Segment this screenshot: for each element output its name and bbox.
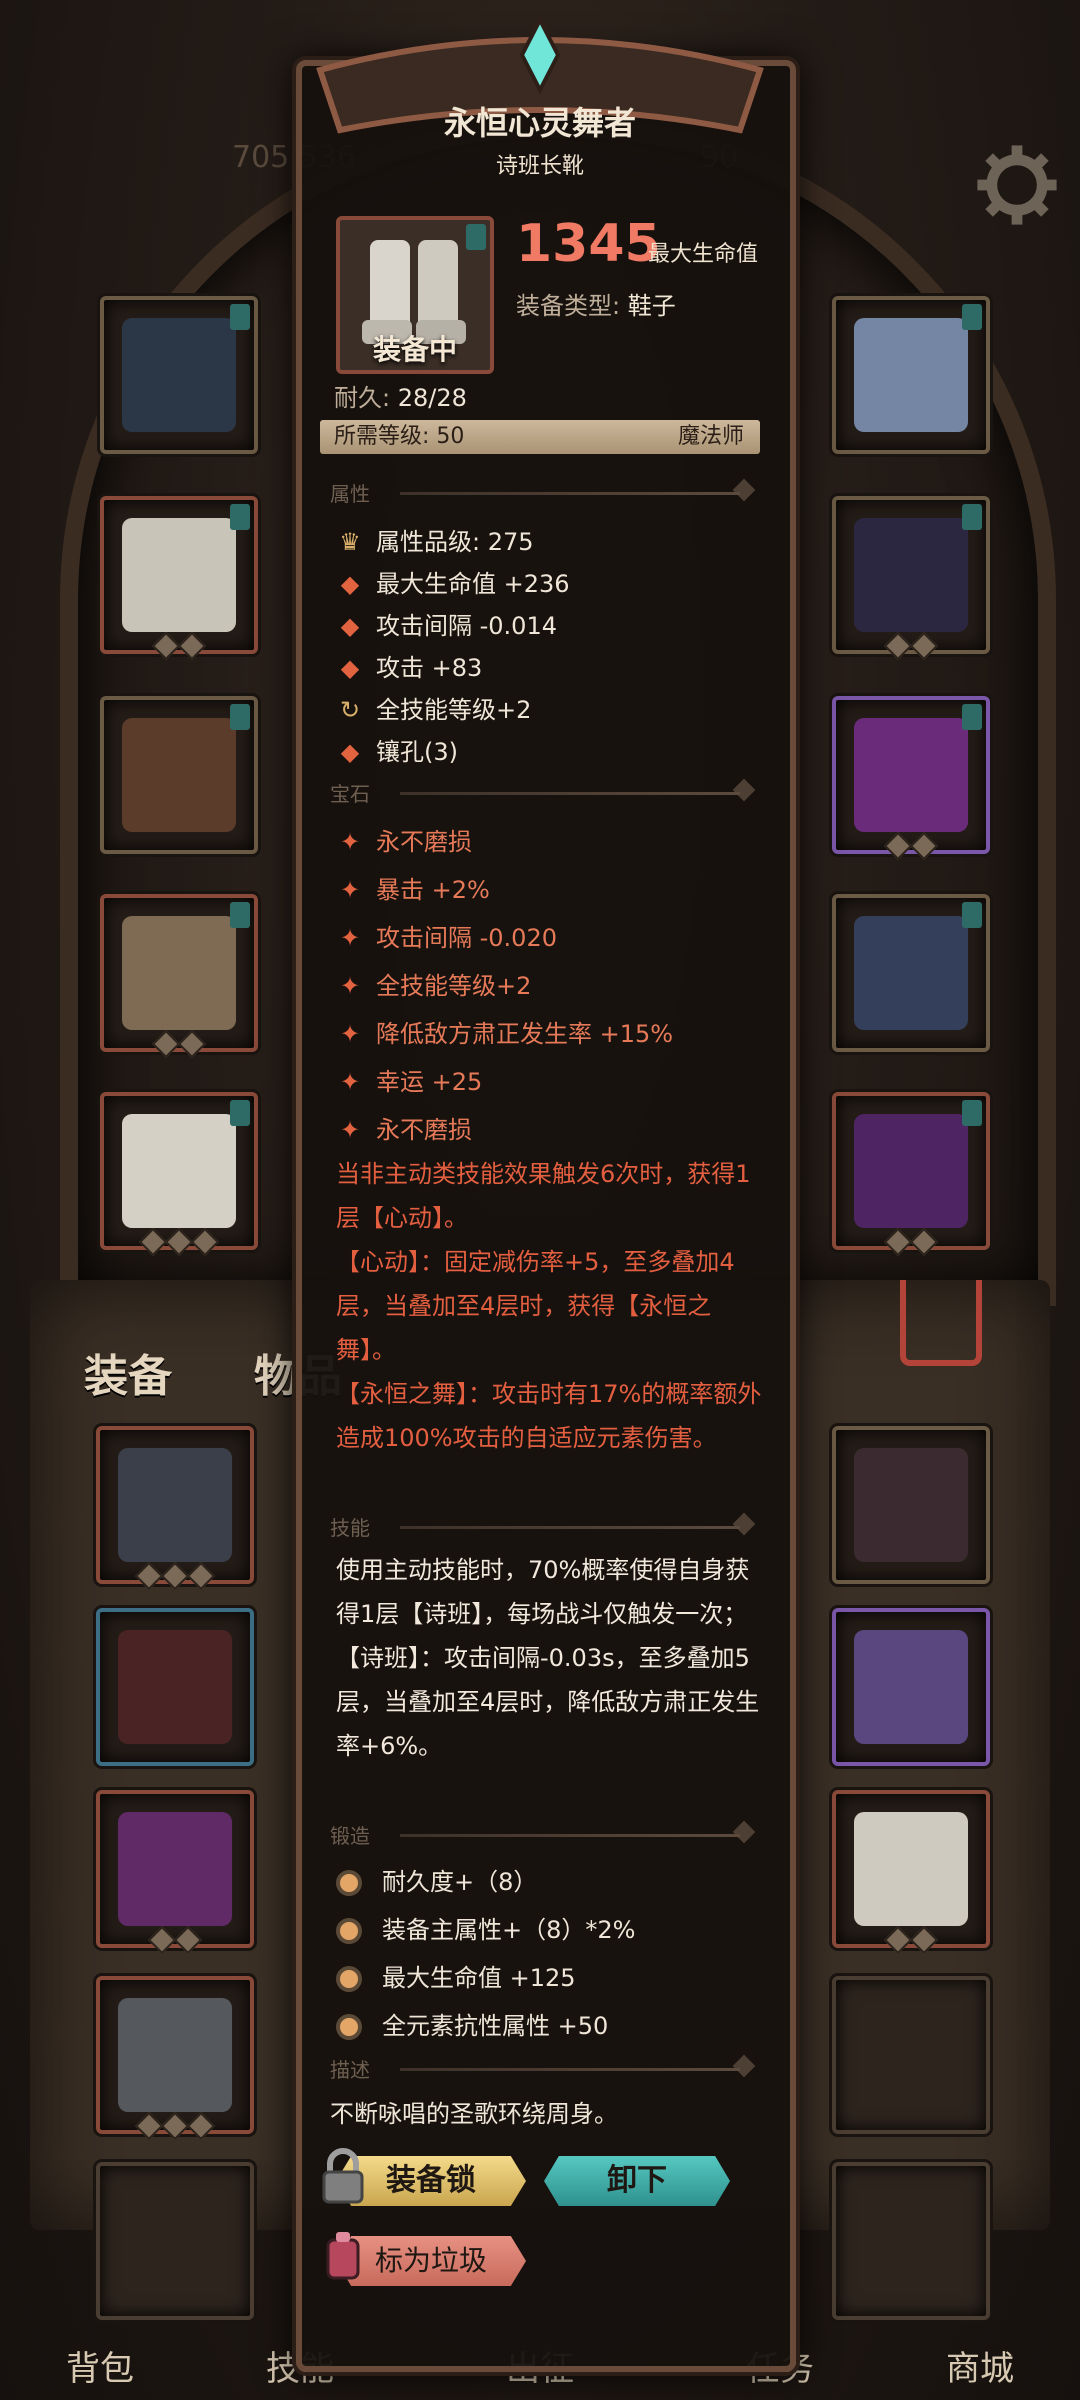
- equip-slot-boots[interactable]: [100, 1092, 258, 1257]
- slot-tag-icon: [230, 902, 250, 928]
- power-label: 最大生命值: [648, 242, 759, 267]
- nav-backpack[interactable]: 背包: [20, 2341, 180, 2390]
- crown-icon: ♛: [339, 528, 361, 556]
- required-level-bar: 所需等级: 50 魔法师: [320, 420, 760, 454]
- item-subtitle: 诗班长靴: [495, 154, 584, 179]
- tab-equipment[interactable]: 装备: [84, 1340, 172, 1404]
- slot-tag-icon: [962, 504, 982, 530]
- attribute-line: ↻ 全技能等级+2: [336, 690, 531, 725]
- forge-dot-icon: [336, 1966, 362, 1992]
- inventory-slot[interactable]: [96, 1790, 254, 1955]
- diamond-icon: ◆: [340, 570, 360, 598]
- slot-tag-icon: [962, 704, 982, 730]
- inventory-slot[interactable]: [96, 1608, 254, 1766]
- set-effect-text: 当非主动类技能效果触发6次时，获得1层【心动】。 【心动】：固定减伤率+5，至多…: [336, 1160, 762, 1452]
- gem-line: ✦ 降低敌方肃正发生率 +15%: [336, 1014, 673, 1049]
- forge-line: 装备主属性+（8）*2%: [336, 1910, 635, 1945]
- junk-lantern-icon: [326, 2232, 360, 2280]
- sparkle-icon: ✦: [339, 876, 361, 904]
- gem-line: ✦ 永不磨损: [336, 822, 472, 857]
- forge-line: 最大生命值 +125: [336, 1958, 576, 1993]
- settings-gear-icon[interactable]: [972, 140, 1062, 230]
- equip-slot-necklace[interactable]: [832, 296, 990, 454]
- slot-tag-icon: [962, 1100, 982, 1126]
- slot-tag-icon: [962, 304, 982, 330]
- diamond-icon: ◆: [340, 612, 360, 640]
- section-skills: 技能: [330, 1512, 760, 1540]
- equip-slot-armor[interactable]: [100, 496, 258, 661]
- inventory-slot[interactable]: [832, 1426, 990, 1584]
- section-description: 描述: [330, 2054, 760, 2082]
- attribute-line: ◆ 镶孔(3): [336, 732, 458, 767]
- equipped-label: 装备中: [372, 333, 457, 366]
- attribute-line: ♛ 属性品级: 275: [336, 522, 533, 557]
- nav-shop[interactable]: 商城: [900, 2341, 1060, 2390]
- equip-slot-accessory[interactable]: [832, 496, 990, 661]
- description-text: 不断咏唱的圣歌环绕周身。: [330, 2100, 618, 2128]
- gem-line: ✦ 暴击 +2%: [336, 870, 490, 905]
- item-name: 永恒心灵舞者: [443, 104, 636, 142]
- gem-line: ✦ 永不磨损: [336, 1110, 472, 1145]
- slot-tag-icon: [230, 504, 250, 530]
- equip-slot-orb[interactable]: [832, 1092, 990, 1257]
- inventory-slot[interactable]: [832, 1608, 990, 1766]
- equip-slot-gloves[interactable]: [100, 696, 258, 854]
- gem-line: ✦ 全技能等级+2: [336, 966, 531, 1001]
- forge-line: 耐久度+（8）: [336, 1862, 537, 1897]
- sparkle-icon: ✦: [339, 1116, 361, 1144]
- equip-slot-weapon[interactable]: [100, 296, 258, 454]
- inventory-slot[interactable]: [96, 1426, 254, 1591]
- slot-tag-icon: [230, 1100, 250, 1126]
- forge-dot-icon: [336, 1918, 362, 1944]
- diamond-icon: ◆: [340, 738, 360, 766]
- slot-tag-icon: [962, 902, 982, 928]
- inventory-slot[interactable]: [96, 1976, 254, 2141]
- power-value: 1345: [516, 214, 661, 274]
- attribute-line: ◆ 攻击 +83: [336, 648, 483, 683]
- equip-slot-pants[interactable]: [100, 894, 258, 1059]
- lock-icon: [322, 2148, 364, 2204]
- attribute-line: ◆ 最大生命值 +236: [336, 564, 570, 599]
- forge-line: 全元素抗性属性 +50: [336, 2006, 608, 2041]
- inventory-slot[interactable]: [832, 1790, 990, 1955]
- sparkle-icon: ✦: [339, 972, 361, 1000]
- forge-dot-icon: [336, 2014, 362, 2040]
- sparkle-icon: ✦: [339, 828, 361, 856]
- class-requirement: 魔法师: [677, 424, 744, 449]
- forge-dot-icon: [336, 1870, 362, 1896]
- equip-slot-offhand[interactable]: [832, 894, 990, 1052]
- trash-icon[interactable]: [900, 1280, 982, 1366]
- section-gems: 宝石: [330, 778, 760, 806]
- equip-slot-ring-1[interactable]: [832, 696, 990, 861]
- slot-tag-icon: [230, 304, 250, 330]
- skill-text: 使用主动技能时，70%概率使得自身获得1层【诗班】，每场战斗仅触发一次； 【诗班…: [336, 1556, 760, 1760]
- unequip-button[interactable]: 卸下: [544, 2156, 730, 2206]
- gem-line: ✦ 幸运 +25: [336, 1062, 482, 1097]
- sparkle-icon: ✦: [339, 924, 361, 952]
- section-forge: 锻造: [330, 1820, 760, 1848]
- inventory-slot-empty[interactable]: [832, 1976, 990, 2134]
- equipment-type: 装备类型: 鞋子: [516, 292, 676, 320]
- slot-tag-icon: [230, 704, 250, 730]
- cycle-icon: ↻: [339, 696, 361, 724]
- diamond-icon: ◆: [340, 654, 360, 682]
- durability: 耐久: 28/28: [334, 384, 467, 412]
- sparkle-icon: ✦: [339, 1068, 361, 1096]
- sparkle-icon: ✦: [339, 1020, 361, 1048]
- attribute-line: ◆ 攻击间隔 -0.014: [336, 606, 557, 641]
- gem-line: ✦ 攻击间隔 -0.020: [336, 918, 557, 953]
- section-attributes: 属性: [330, 478, 760, 506]
